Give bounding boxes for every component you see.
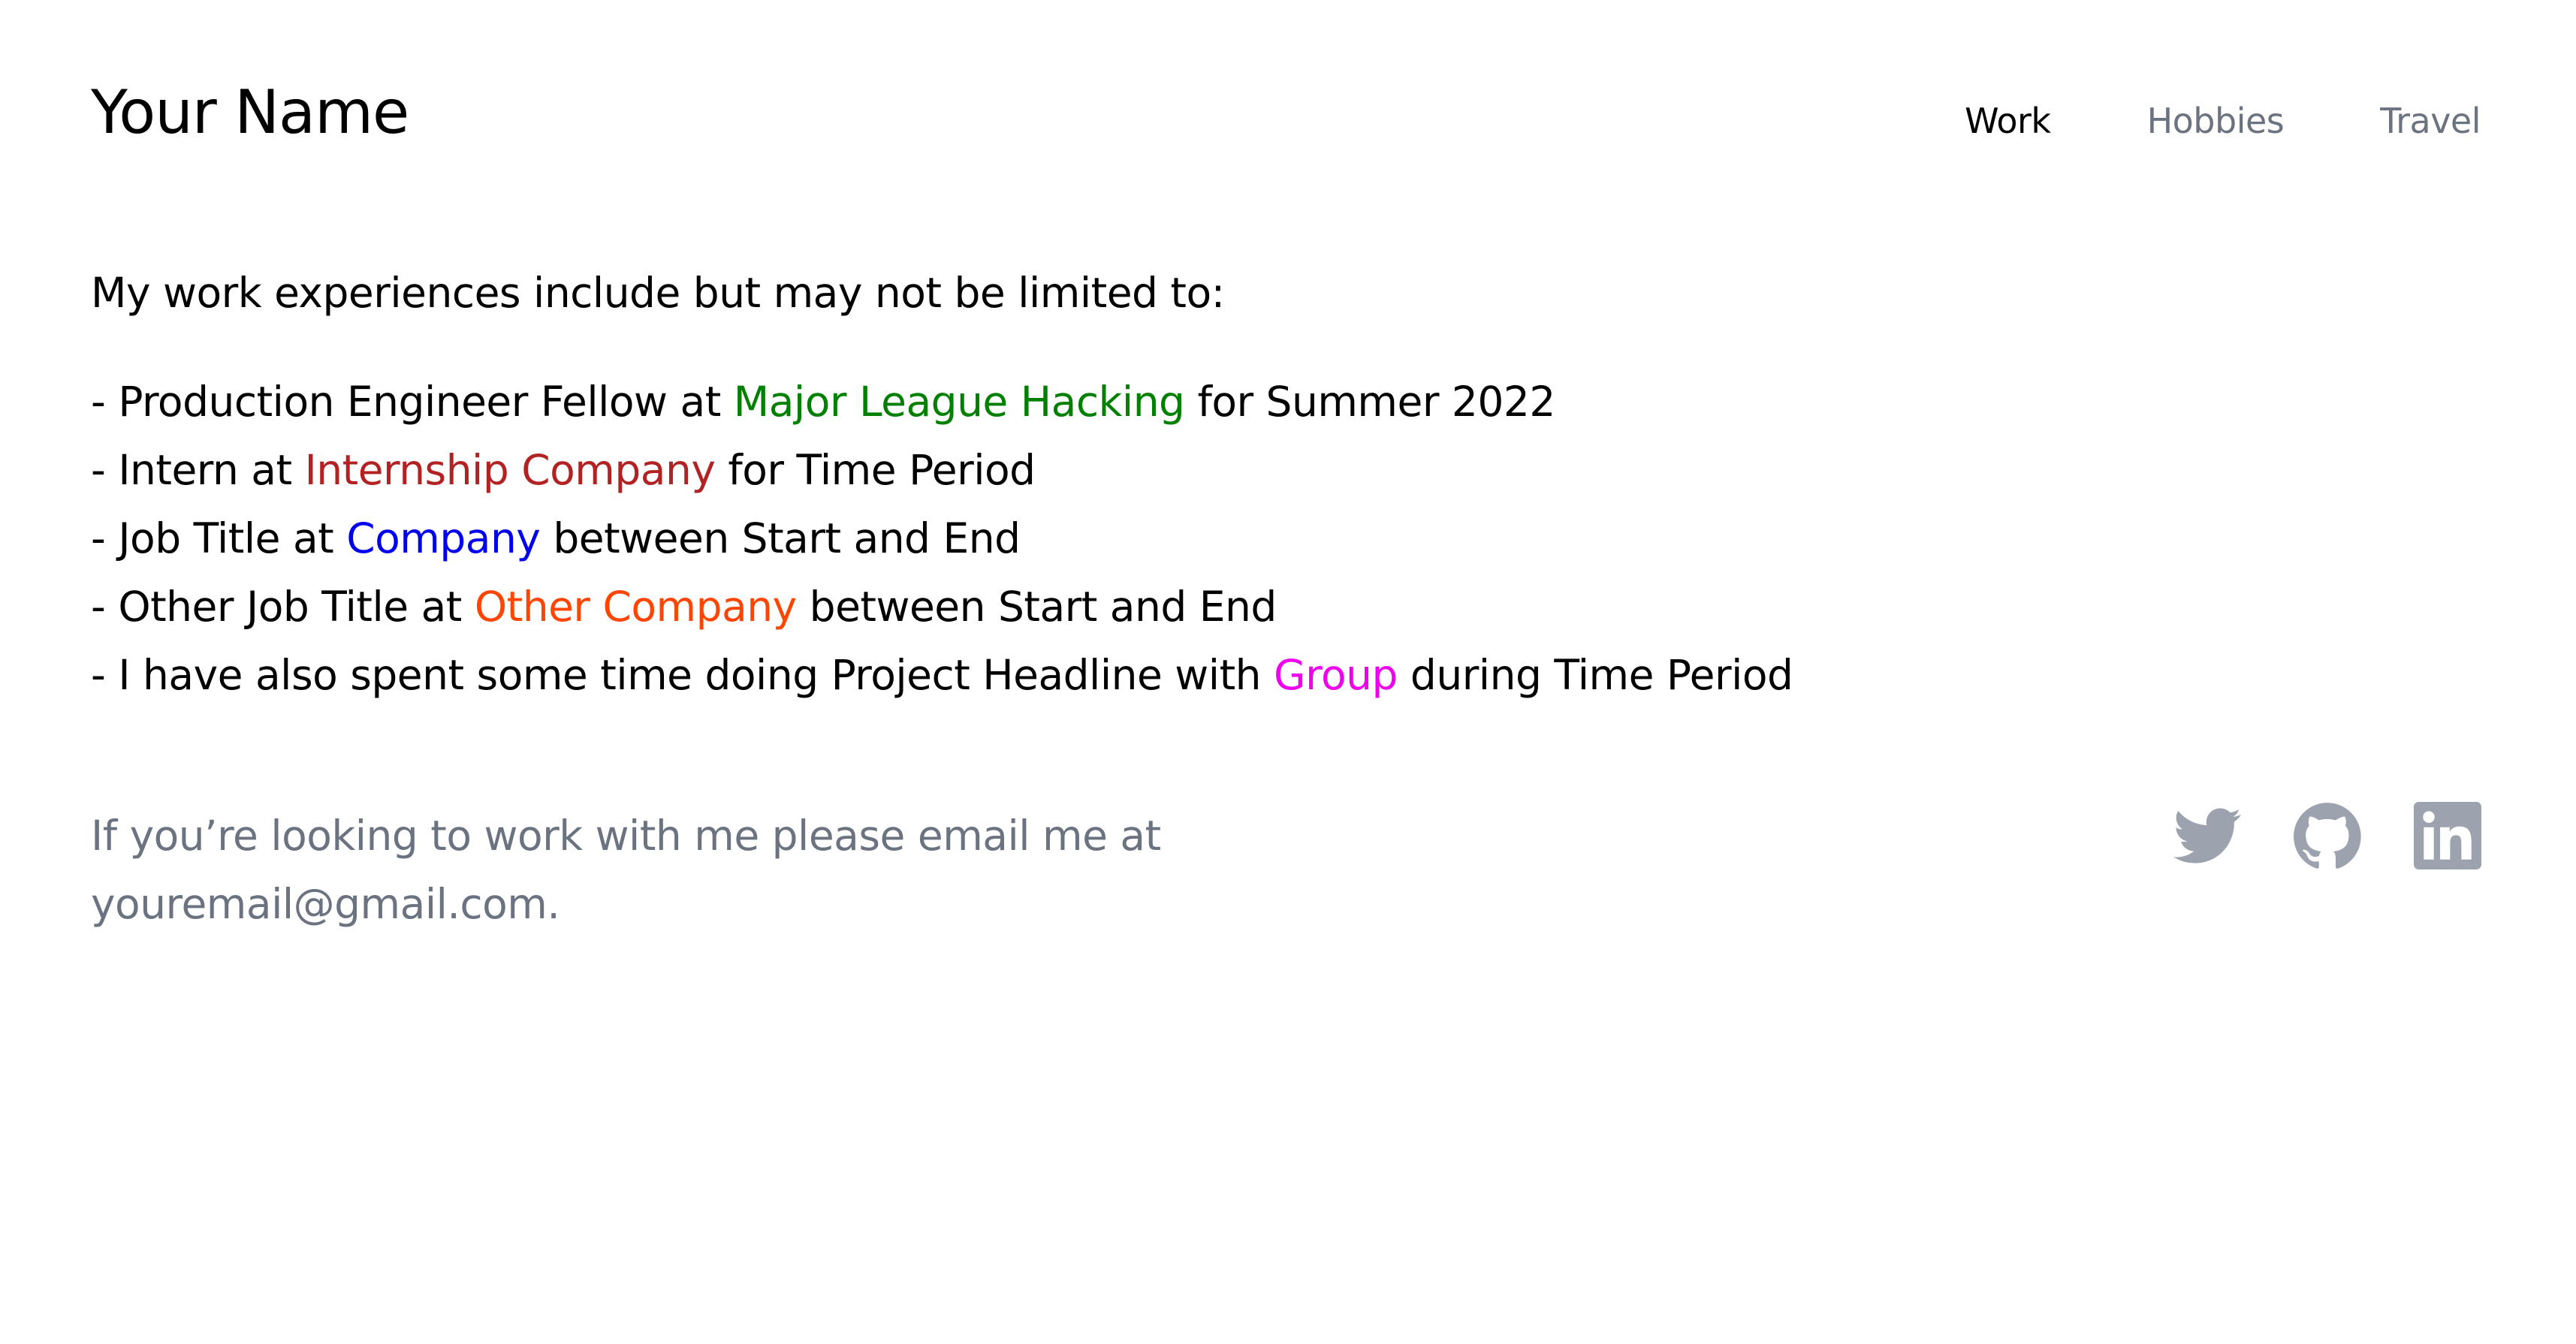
work-item-suffix: during Time Period: [1397, 651, 1793, 699]
work-item-org: Company: [346, 514, 541, 562]
work-item-prefix: - Job Title at: [91, 514, 347, 562]
work-item-suffix: for Time Period: [715, 446, 1036, 494]
github-icon[interactable]: [2294, 802, 2361, 869]
work-item-prefix: - Production Engineer Fellow at: [91, 378, 734, 426]
work-item-prefix: - Other Job Title at: [91, 583, 475, 631]
page: Your Name Work Hobbies Travel My work ex…: [0, 0, 2576, 1344]
nav-link-hobbies[interactable]: Hobbies: [2147, 104, 2285, 138]
work-item-org: Internship Company: [304, 446, 716, 494]
work-item-org: Major League Hacking: [733, 378, 1185, 426]
contact-text: If you’re looking to work with me please…: [91, 812, 1161, 928]
work-item: - Job Title at Company between Start and…: [91, 512, 1793, 580]
work-item: - Other Job Title at Other Company betwe…: [91, 580, 1793, 649]
main-nav: Work Hobbies Travel: [1965, 104, 2481, 138]
work-item: - I have also spent some time doing Proj…: [91, 649, 1793, 717]
work-intro: My work experiences include but may not …: [91, 269, 1225, 317]
work-item-prefix: - Intern at: [91, 446, 305, 494]
work-item-suffix: for Summer 2022: [1184, 378, 1555, 426]
social-links: [2173, 802, 2481, 869]
work-item-prefix: - I have also spent some time doing Proj…: [91, 651, 1274, 699]
work-list: - Production Engineer Fellow at Major Le…: [91, 375, 1793, 717]
work-item-org: Other Company: [474, 583, 797, 631]
twitter-icon[interactable]: [2173, 802, 2241, 869]
nav-link-travel[interactable]: Travel: [2380, 104, 2481, 138]
nav-link-work[interactable]: Work: [1965, 104, 2051, 138]
work-item: - Production Engineer Fellow at Major Le…: [91, 375, 1793, 444]
work-item-suffix: between Start and End: [540, 514, 1021, 562]
work-item-suffix: between Start and End: [796, 583, 1277, 631]
work-item-org: Group: [1273, 651, 1398, 699]
linkedin-icon[interactable]: [2414, 802, 2481, 869]
work-item: - Intern at Internship Company for Time …: [91, 444, 1793, 512]
site-title: Your Name: [91, 77, 409, 147]
